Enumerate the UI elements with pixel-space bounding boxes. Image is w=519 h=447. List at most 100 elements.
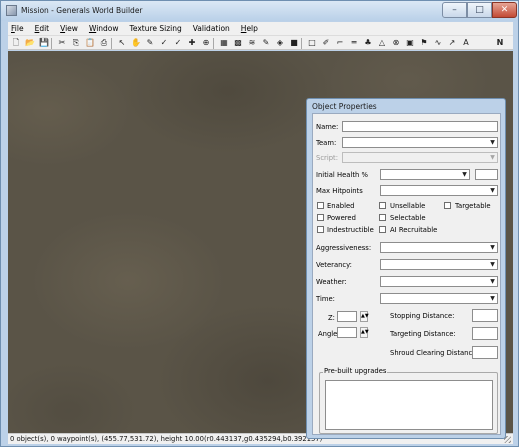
copy-icon[interactable]: ⎘: [71, 38, 81, 48]
text-icon[interactable]: A: [461, 38, 471, 48]
veterancy-select[interactable]: ▼: [380, 259, 498, 270]
paint-bucket-icon[interactable]: ◈: [275, 38, 285, 48]
n-icon[interactable]: N: [495, 38, 505, 48]
pattern-icon[interactable]: ≋: [247, 38, 257, 48]
ai-recruitable-checkbox[interactable]: [379, 226, 386, 233]
panel-title[interactable]: Object Properties: [312, 102, 377, 111]
z-input[interactable]: [337, 311, 357, 322]
menu-file[interactable]: File: [11, 24, 24, 33]
close-button[interactable]: ✕: [492, 2, 517, 18]
cut-icon[interactable]: ✂: [57, 38, 67, 48]
targetable-checkbox[interactable]: [444, 202, 451, 209]
circle-icon[interactable]: ⊗: [391, 38, 401, 48]
unsellable-label: Unsellable: [390, 202, 426, 210]
stopping-distance-label: Stopping Distance:: [390, 312, 455, 320]
menu-help[interactable]: Help: [241, 24, 258, 33]
square-icon[interactable]: ■: [289, 38, 299, 48]
brush-icon[interactable]: ✎: [145, 38, 155, 48]
chevron-down-icon: ▼: [490, 278, 495, 285]
script-label: Script:: [316, 154, 339, 162]
status-text: 0 object(s), 0 waypoint(s), (455.77,531.…: [10, 435, 323, 443]
aggressiveness-select[interactable]: ▼: [380, 242, 498, 253]
window-title: Mission - Generals World Builder: [21, 6, 143, 15]
hand-icon[interactable]: ✋: [131, 38, 141, 48]
triangle-icon[interactable]: △: [377, 38, 387, 48]
check-icon[interactable]: ✓: [173, 38, 183, 48]
chevron-down-icon: ▼: [462, 171, 467, 178]
select-icon[interactable]: ⊕: [201, 38, 211, 48]
checker-icon[interactable]: ▩: [233, 38, 243, 48]
check-icon[interactable]: ✓: [159, 38, 169, 48]
print-icon[interactable]: ⎙: [99, 38, 109, 48]
road-icon[interactable]: ═: [349, 38, 359, 48]
menu-validation[interactable]: Validation: [193, 24, 230, 33]
toolbar-separator: [213, 38, 214, 49]
enabled-label: Enabled: [327, 202, 355, 210]
menu-view[interactable]: View: [60, 24, 78, 33]
new-icon[interactable]: 🗋: [11, 38, 21, 48]
toolbar-separator: [301, 38, 302, 49]
minimize-icon: –: [452, 5, 457, 15]
chevron-down-icon: ▼: [490, 187, 495, 194]
team-select[interactable]: ▼: [342, 137, 498, 148]
max-hitpoints-label: Max Hitpoints: [316, 187, 363, 195]
title-bar[interactable]: Mission - Generals World Builder – □ ✕: [1, 1, 518, 21]
tree-icon[interactable]: ♣: [363, 38, 373, 48]
initial-health-label: Initial Health %: [316, 171, 368, 179]
targeting-distance-input[interactable]: [472, 327, 498, 340]
angle-input[interactable]: [337, 327, 357, 338]
initial-health-input[interactable]: [475, 169, 498, 180]
pointer-icon[interactable]: ↖: [117, 38, 127, 48]
z-spinner[interactable]: ▲▼: [360, 311, 369, 322]
max-hitpoints-select[interactable]: ▼: [380, 185, 498, 196]
save-icon[interactable]: 💾: [39, 38, 49, 48]
time-select[interactable]: ▼: [380, 293, 498, 304]
chevron-down-icon: ▼: [490, 261, 495, 268]
maximize-button[interactable]: □: [467, 2, 492, 18]
selectable-checkbox[interactable]: [379, 214, 386, 221]
stopping-distance-input[interactable]: [472, 309, 498, 322]
name-input[interactable]: [342, 121, 498, 132]
rectangle-icon[interactable]: □: [307, 38, 317, 48]
menu-texture-sizing[interactable]: Texture Sizing: [130, 24, 182, 33]
curve-icon[interactable]: ∿: [433, 38, 443, 48]
menu-edit[interactable]: Edit: [35, 24, 50, 33]
targeting-distance-label: Targeting Distance:: [390, 330, 456, 338]
toolbar-separator: [111, 38, 112, 49]
prebuilt-upgrades-list[interactable]: [325, 380, 493, 430]
time-label: Time:: [316, 295, 335, 303]
initial-health-select[interactable]: ▼: [380, 169, 470, 180]
toolbar: 🗋 📂 💾 ✂ ⎘ 📋 ⎙ ↖ ✋ ✎ ✓ ✓ ✚ ⊕ ▦ ▩ ≋ ✎ ◈ ■ □ ✐ ⌐ ═ ♣ △ ⊗ ▣ ⚑ ∿ ↗ A N: [8, 35, 513, 50]
line-icon[interactable]: ⌐: [335, 38, 345, 48]
z-label: Z:: [328, 314, 335, 322]
paste-icon[interactable]: 📋: [85, 38, 95, 48]
weather-select[interactable]: ▼: [380, 276, 498, 287]
unsellable-checkbox[interactable]: [379, 202, 386, 209]
ai-recruitable-label: AI Recruitable: [390, 226, 438, 234]
indestructible-checkbox[interactable]: [317, 226, 324, 233]
toolbar-separator: [51, 38, 52, 49]
prebuilt-upgrades-label: Pre-built upgrades: [323, 367, 388, 375]
targetable-label: Targetable: [455, 202, 491, 210]
chevron-down-icon: ▼: [490, 295, 495, 302]
pen-icon[interactable]: ✐: [321, 38, 331, 48]
arrow-icon[interactable]: ↗: [447, 38, 457, 48]
plus-icon[interactable]: ✚: [187, 38, 197, 48]
script-select: ▼: [342, 152, 498, 163]
menu-bar: File Edit View Window Texture Sizing Validati…: [8, 22, 513, 35]
shroud-clearing-distance-input[interactable]: [472, 346, 498, 359]
angle-spinner[interactable]: ▲▼: [360, 327, 369, 338]
menu-window[interactable]: Window: [89, 24, 119, 33]
minimize-button[interactable]: –: [442, 2, 467, 18]
panel-body: Name: Team: ▼ Script: ▼ Initial Health %…: [312, 113, 501, 435]
image-icon[interactable]: ▣: [405, 38, 415, 48]
grid-icon[interactable]: ▦: [219, 38, 229, 48]
enabled-checkbox[interactable]: [317, 202, 324, 209]
powered-checkbox[interactable]: [317, 214, 324, 221]
app-icon[interactable]: [6, 5, 17, 16]
weather-label: Weather:: [316, 278, 347, 286]
flag-icon[interactable]: ⚑: [419, 38, 429, 48]
brush-icon[interactable]: ✎: [261, 38, 271, 48]
open-icon[interactable]: 📂: [25, 38, 35, 48]
chevron-down-icon: ▼: [490, 154, 495, 161]
